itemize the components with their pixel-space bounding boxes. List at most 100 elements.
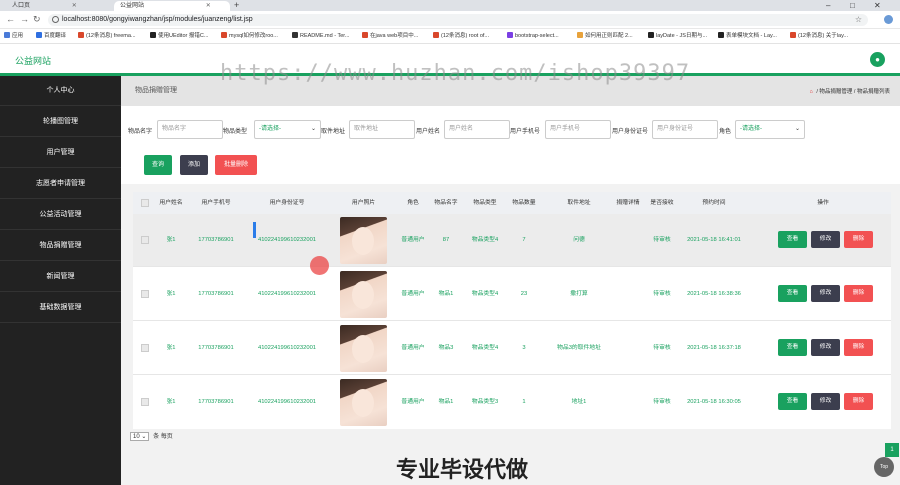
cell-phone: 17703786901 — [198, 291, 234, 297]
sidebar-item-donations[interactable]: 物品捐赠管理 — [0, 231, 121, 261]
row-checkbox[interactable] — [141, 344, 149, 352]
bookmark-item[interactable]: 应用 — [4, 29, 23, 44]
view-button[interactable]: 查看 — [778, 339, 807, 356]
home-icon[interactable]: ⌂ — [809, 89, 812, 95]
row-checkbox[interactable] — [141, 236, 149, 244]
cell-type: 物品类型3 — [471, 399, 499, 405]
idcard-label: 用户身份证号 — [612, 129, 649, 135]
select-all-checkbox[interactable] — [141, 199, 149, 207]
cursor-indicator — [310, 256, 329, 275]
delete-button[interactable]: 删除 — [844, 393, 873, 410]
profile-avatar[interactable] — [884, 15, 893, 24]
new-tab-button[interactable]: + — [234, 0, 239, 11]
sidebar-item-basic-data[interactable]: 基础数据管理 — [0, 293, 121, 323]
view-button[interactable]: 查看 — [778, 393, 807, 410]
cell-status: 待审核 — [653, 399, 671, 405]
scroll-top-button[interactable]: Top — [874, 457, 894, 477]
bookmark-item[interactable]: README.md - Ter... — [292, 29, 349, 44]
bookmark-item[interactable]: mysql如何修改roo... — [221, 29, 278, 44]
page-number-button[interactable]: 1 — [885, 443, 899, 457]
column-header: 物品数量 — [512, 200, 536, 206]
bookmark-item[interactable]: (12条消息) freema... — [78, 29, 136, 44]
bookmark-item[interactable]: 使用UEditor 报错C... — [150, 29, 208, 44]
phone-label: 用户手机号 — [510, 129, 541, 135]
item-type-select[interactable]: -请选择- ⌄ — [254, 120, 321, 139]
user-icon[interactable]: ● — [870, 52, 885, 67]
breadcrumb-current: 物品捐赠列表 — [856, 89, 890, 95]
bookmark-star-icon[interactable]: ☆ — [855, 14, 862, 26]
cell-item: 物品1 — [438, 399, 454, 405]
browser-tab[interactable]: 人口页 ✕ — [6, 1, 83, 11]
view-button[interactable]: 查看 — [778, 231, 807, 248]
column-header: 是否接收 — [650, 200, 674, 206]
table-row[interactable]: 张1 17703786901 410224199610232001 普通用户 物… — [133, 376, 891, 429]
sidebar-item-activities[interactable]: 公益活动管理 — [0, 200, 121, 230]
main-content: 物品捐赠管理 ⌂ / 物品捐赠管理 / 物品捐赠列表 物品名字 物品名字 物品类… — [121, 76, 900, 485]
cell-status: 待审核 — [653, 237, 671, 243]
cell-address: 地址1 — [571, 399, 587, 405]
bookmark-item[interactable]: layDate - JS日期与... — [648, 29, 707, 44]
info-icon[interactable] — [52, 16, 59, 23]
cell-phone: 17703786901 — [198, 399, 234, 405]
phone-input[interactable]: 用户手机号 — [545, 120, 611, 139]
bookmark-item[interactable]: bootstrap-select... — [507, 29, 559, 44]
reload-icon[interactable]: ↻ — [33, 14, 41, 25]
delete-button[interactable]: 删除 — [844, 231, 873, 248]
table-row[interactable]: 张1 17703786901 410224199610232001 普通用户 物… — [133, 268, 891, 321]
close-icon[interactable]: ✕ — [206, 3, 211, 9]
bookmark-item[interactable]: 如何用正则匹配 2... — [577, 29, 633, 44]
page-size-select[interactable]: 10 ⌄ — [130, 432, 150, 441]
delete-button[interactable]: 删除 — [844, 285, 873, 302]
delete-button[interactable]: 删除 — [844, 339, 873, 356]
edit-button[interactable]: 修改 — [811, 339, 840, 356]
sidebar-item-news[interactable]: 新闻管理 — [0, 262, 121, 292]
item-name-input[interactable]: 物品名字 — [157, 120, 223, 139]
cell-idcard: 410224199610232001 — [257, 345, 317, 351]
sidebar-item-personal-center[interactable]: 个人中心 — [0, 76, 121, 106]
role-select[interactable]: -请选择- ⌄ — [735, 120, 805, 139]
column-header: 用户身份证号 — [269, 200, 305, 206]
back-icon[interactable]: ← — [6, 14, 15, 24]
sidebar-item-carousel[interactable]: 轮播图管理 — [0, 107, 121, 137]
url-input[interactable]: localhost:8080/gongyiwangzhan/jsp/module… — [48, 14, 868, 26]
cell-detail — [611, 268, 645, 321]
browser-tab-active[interactable]: 公益网站 ✕ — [114, 1, 230, 11]
bookmark-item[interactable]: (12条消息) 关于lay... — [790, 29, 848, 44]
table-row[interactable]: 张1 17703786901 410224199610232001 普通用户 物… — [133, 322, 891, 375]
close-window-icon[interactable]: ✕ — [874, 0, 881, 11]
edit-button[interactable]: 修改 — [811, 285, 840, 302]
maximize-icon[interactable]: □ — [850, 0, 855, 11]
edit-button[interactable]: 修改 — [811, 231, 840, 248]
user-photo — [340, 325, 387, 372]
add-button[interactable]: 添加 — [180, 155, 208, 175]
cell-address: 物品3的取件地址 — [557, 345, 601, 351]
breadcrumb-parent[interactable]: 物品捐赠管理 — [819, 89, 852, 95]
idcard-input[interactable]: 用户身份证号 — [652, 120, 718, 139]
edit-button[interactable]: 修改 — [811, 393, 840, 410]
close-icon[interactable]: ✕ — [72, 3, 77, 9]
cell-phone: 17703786901 — [198, 345, 234, 351]
browser-tabstrip: 人口页 ✕ 公益网站 ✕ + – □ ✕ — [0, 0, 900, 11]
cell-name: 张1 — [166, 237, 176, 243]
batch-delete-button[interactable]: 批量删除 — [215, 155, 257, 175]
bookmark-item[interactable]: 表单模块文档 - Lay... — [718, 29, 777, 44]
bookmark-item[interactable]: 在java web项目中... — [362, 29, 418, 44]
row-checkbox[interactable] — [141, 290, 149, 298]
role-label: 角色 — [719, 129, 732, 135]
url-text: localhost:8080/gongyiwangzhan/jsp/module… — [62, 16, 253, 23]
sidebar-item-users[interactable]: 用户管理 — [0, 138, 121, 168]
query-button[interactable]: 查询 — [144, 155, 172, 175]
table-row[interactable]: 张1 17703786901 410224199610232001 普通用户 8… — [133, 214, 891, 267]
column-header: 用户手机号 — [201, 200, 231, 206]
bookmark-item[interactable]: 百度翻译 — [36, 29, 66, 44]
bookmark-item[interactable]: (12条消息) root of... — [433, 29, 489, 44]
row-checkbox[interactable] — [141, 398, 149, 406]
forward-icon[interactable]: → — [20, 14, 29, 24]
brand-title[interactable]: 公益网站 — [15, 54, 51, 67]
minimize-icon[interactable]: – — [826, 0, 830, 11]
sidebar-item-volunteer[interactable]: 志愿者申请管理 — [0, 169, 121, 199]
pickup-address-input[interactable]: 取件地址 — [349, 120, 415, 139]
username-input[interactable]: 用户姓名 — [444, 120, 510, 139]
cell-status: 待审核 — [653, 291, 671, 297]
view-button[interactable]: 查看 — [778, 285, 807, 302]
